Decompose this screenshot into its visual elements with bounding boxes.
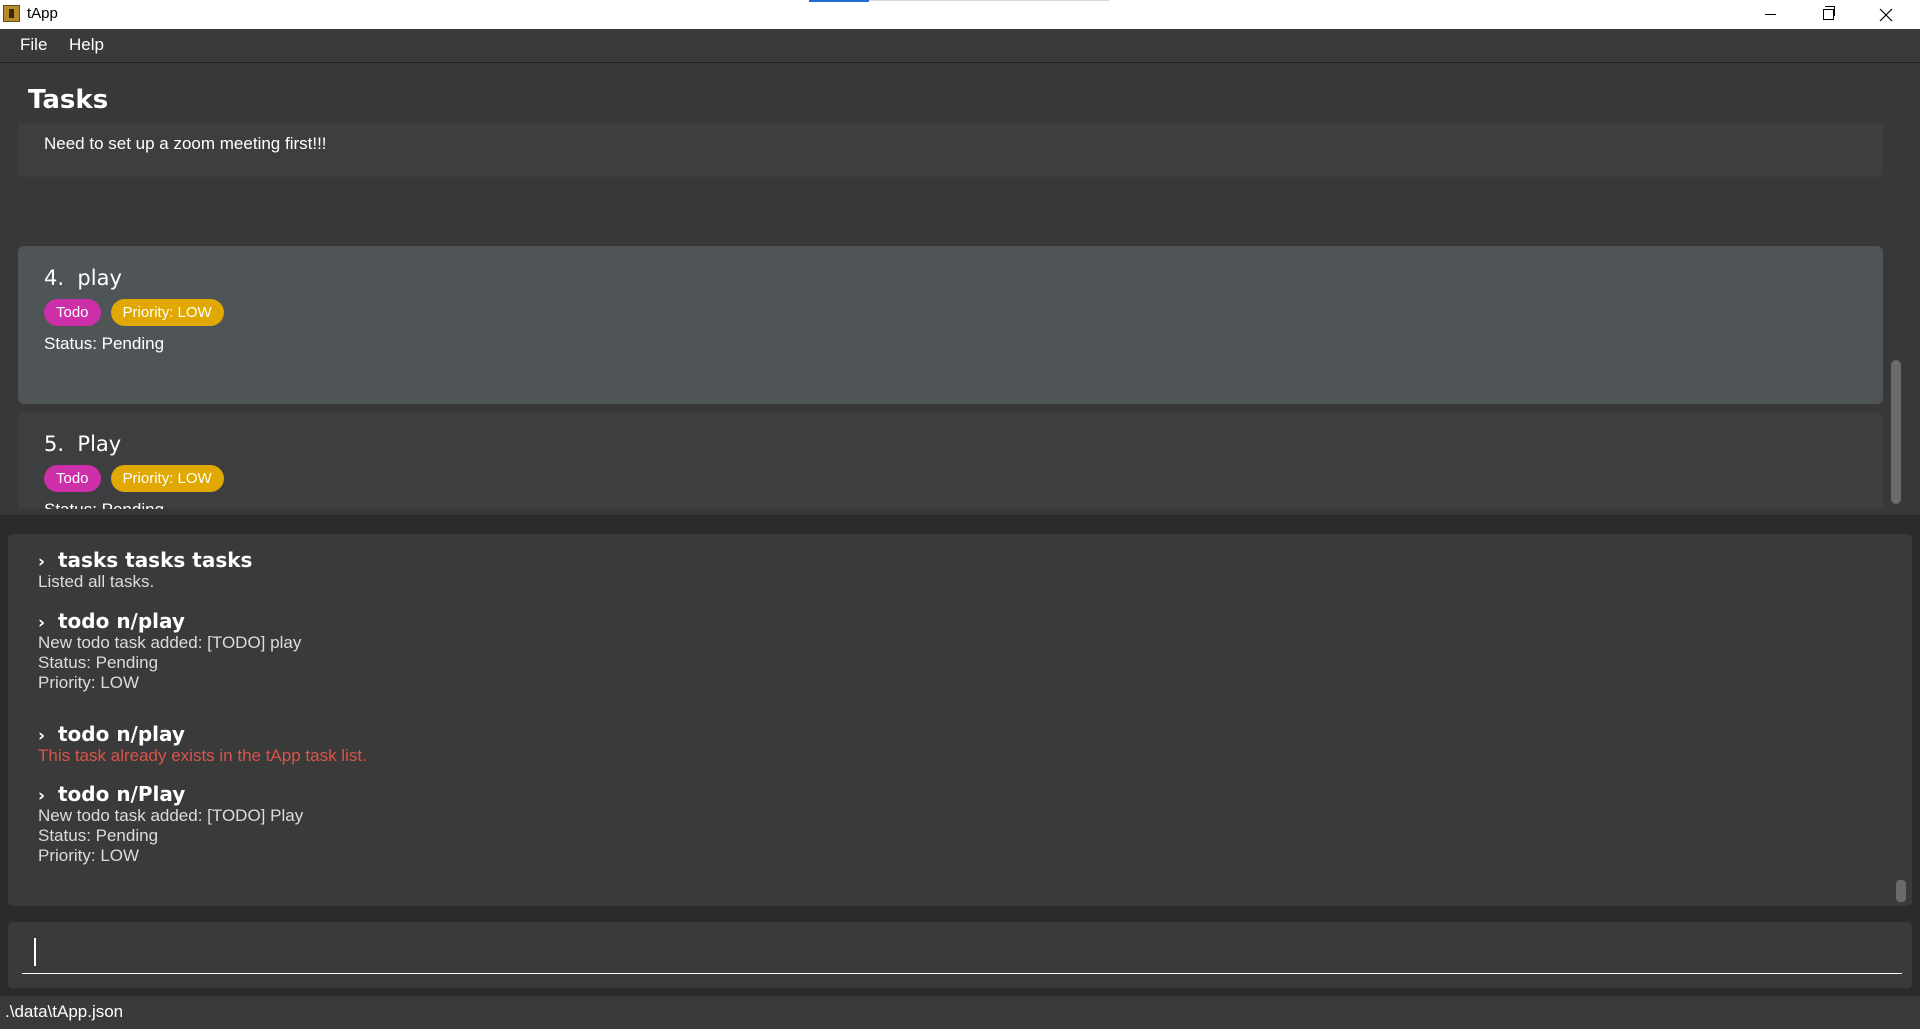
- log-command: › tasks tasks tasks: [38, 548, 253, 572]
- prompt-icon: ›: [38, 726, 46, 746]
- task-card-partial[interactable]: Need to set up a zoom meeting first!!!: [18, 123, 1883, 177]
- prompt-icon: ›: [38, 786, 46, 806]
- log-command: › todo n/Play: [38, 782, 186, 806]
- log-output: New todo task added: [TODO] Play: [38, 806, 304, 825]
- restore-button[interactable]: [1799, 0, 1857, 29]
- task-status: Status: Pending: [44, 500, 164, 509]
- minimize-icon: [1764, 14, 1776, 15]
- menu-file[interactable]: File: [16, 35, 51, 55]
- app-icon: [3, 5, 20, 22]
- log-output: Priority: LOW: [38, 673, 140, 692]
- log-entry: › todo n/play New todo task added: [TODO]…: [38, 609, 301, 693]
- minimize-button[interactable]: [1741, 0, 1799, 29]
- close-icon: [1879, 8, 1893, 21]
- tasks-heading: Tasks: [28, 85, 109, 115]
- prompt-icon: ›: [38, 552, 46, 572]
- restore-icon: [1822, 6, 1835, 20]
- task-list[interactable]: Need to set up a zoom meeting first!!! 4…: [18, 123, 1883, 509]
- log-output: Status: Pending: [38, 826, 159, 845]
- title-bar: tApp: [0, 0, 1920, 29]
- focus-indicator: [809, 0, 869, 2]
- priority-tag: Priority: LOW: [110, 299, 224, 326]
- todo-tag: Todo: [44, 299, 101, 326]
- todo-tag: Todo: [44, 465, 101, 492]
- log-output: Priority: LOW: [38, 846, 140, 865]
- log-entry: › tasks tasks tasks Listed all tasks.: [38, 548, 252, 592]
- log-output: Status: Pending: [38, 653, 159, 672]
- close-button[interactable]: [1857, 0, 1915, 29]
- task-title: 5. Play: [44, 432, 121, 456]
- task-title: 4. play: [44, 266, 122, 290]
- command-box: [8, 922, 1912, 988]
- result-display: › tasks tasks tasks Listed all tasks. › to…: [8, 534, 1912, 906]
- prompt-icon: ›: [38, 613, 46, 633]
- task-card-5[interactable]: 5. Play Todo Priority: LOW Status: Pendi…: [18, 412, 1883, 509]
- task-name: Play: [77, 432, 122, 456]
- result-scrollbar[interactable]: [1896, 880, 1906, 902]
- log-command: › todo n/play: [38, 722, 185, 746]
- task-description: Need to set up a zoom meeting first!!!: [44, 134, 327, 153]
- task-list-scrollbar[interactable]: [1891, 360, 1901, 504]
- log-command: › todo n/play: [38, 609, 185, 633]
- task-index: 4.: [44, 266, 65, 290]
- task-status: Status: Pending: [44, 334, 165, 353]
- tasks-panel: Tasks Need to set up a zoom meeting firs…: [0, 63, 1920, 517]
- task-tags: Todo Priority: LOW: [44, 299, 224, 326]
- log-error: This task already exists in the tApp tas…: [38, 746, 367, 765]
- focus-indicator-track: [869, 0, 1109, 1]
- command-input[interactable]: [22, 932, 1902, 974]
- priority-tag: Priority: LOW: [110, 465, 224, 492]
- menu-help[interactable]: Help: [65, 35, 108, 55]
- menu-bar: File Help: [0, 29, 1920, 63]
- task-tags: Todo Priority: LOW: [44, 465, 224, 492]
- task-card-4[interactable]: 4. play Todo Priority: LOW Status: Pendi…: [18, 246, 1883, 404]
- task-index: 5.: [44, 432, 65, 456]
- window-title: tApp: [27, 5, 58, 22]
- status-bar: .\data\tApp.json: [0, 996, 1920, 1029]
- save-location: .\data\tApp.json: [5, 1002, 124, 1021]
- log-entry: › todo n/play This task already exists in…: [38, 722, 367, 766]
- text-caret: [34, 938, 36, 966]
- log-output: New todo task added: [TODO] play: [38, 633, 302, 652]
- log-entry: › todo n/Play New todo task added: [TODO]…: [38, 782, 303, 866]
- task-name: play: [77, 266, 122, 290]
- log-output: Listed all tasks.: [38, 572, 155, 591]
